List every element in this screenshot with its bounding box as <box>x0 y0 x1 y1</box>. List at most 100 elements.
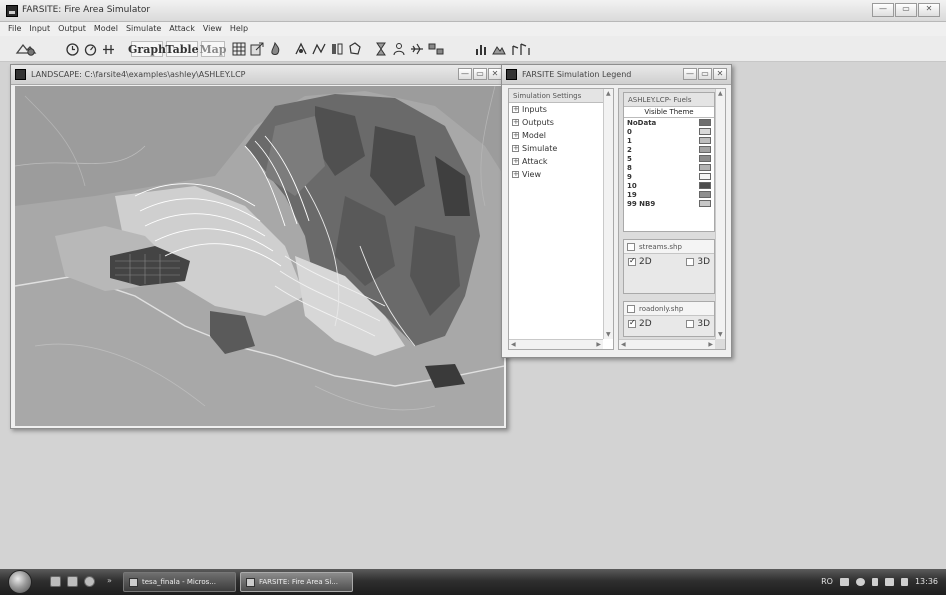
tree-item-attack[interactable]: + Attack <box>509 155 613 168</box>
quick-launch-chevron-icon[interactable]: » <box>107 576 112 585</box>
streams-2d-checkbox[interactable] <box>628 256 636 266</box>
explorer-icon[interactable] <box>67 576 78 587</box>
landscape-title-bar[interactable]: LANDSCAPE: C:\farsite4\examples\ashley\A… <box>11 65 506 85</box>
settings-vertical-scrollbar[interactable]: ▲ ▼ <box>603 89 613 339</box>
fuel-legend-label: 2 <box>627 145 632 154</box>
polygon-icon[interactable] <box>347 41 363 57</box>
export-icon[interactable] <box>249 41 265 57</box>
landscape-minimize-button[interactable]: — <box>458 68 472 80</box>
legend-close-button[interactable]: ✕ <box>713 68 727 80</box>
show-desktop-icon[interactable] <box>50 576 61 587</box>
timer-icon[interactable] <box>82 41 98 57</box>
network-icon[interactable] <box>884 577 894 586</box>
table-button[interactable]: Table <box>165 41 199 57</box>
clock-settings-icon[interactable] <box>64 41 80 57</box>
tree-item-simulate[interactable]: + Simulate <box>509 142 613 155</box>
settings-horizontal-scrollbar[interactable]: ◀ ▶ <box>509 339 603 349</box>
menu-view[interactable]: View <box>199 22 226 36</box>
keyboard-icon[interactable] <box>839 577 849 586</box>
landscape-window[interactable]: LANDSCAPE: C:\farsite4\examples\ashley\A… <box>10 64 507 429</box>
expand-icon[interactable]: + <box>512 132 519 139</box>
roadonly-2d-checkbox[interactable] <box>628 318 636 328</box>
fuel-legend-label: 0 <box>627 127 632 136</box>
notification-icon[interactable] <box>871 577 878 586</box>
themes-pane[interactable]: ASHLEY.LCP- Fuels Visible Theme NoData 0 1… <box>618 88 726 350</box>
taskbar-word-document[interactable]: tesa_finala - Micros... <box>123 572 236 592</box>
tree-item-inputs[interactable]: + Inputs <box>509 103 613 116</box>
legend-maximize-button[interactable]: ▭ <box>698 68 712 80</box>
streams-layer[interactable]: streams.shp 2D 3D <box>623 239 715 294</box>
language-indicator[interactable]: RO <box>821 577 833 586</box>
wind-icon[interactable] <box>100 41 116 57</box>
scroll-down-icon[interactable]: ▼ <box>718 331 723 338</box>
menu-model[interactable]: Model <box>90 22 122 36</box>
tree-item-outputs[interactable]: + Outputs <box>509 116 613 129</box>
themes-vertical-scrollbar[interactable]: ▲ ▼ <box>715 89 725 339</box>
scroll-down-icon[interactable]: ▼ <box>606 331 611 338</box>
streams-3d-checkbox[interactable] <box>686 257 695 266</box>
help-icon[interactable] <box>855 577 865 586</box>
weather-stations-icon[interactable] <box>509 41 533 57</box>
air-attack-icon[interactable] <box>409 41 425 57</box>
expand-icon[interactable]: + <box>512 158 519 165</box>
menu-help[interactable]: Help <box>226 22 252 36</box>
simulation-legend-window[interactable]: FARSITE Simulation Legend — ▭ ✕ Simulati… <box>501 64 732 358</box>
landscape-maximize-button[interactable]: ▭ <box>473 68 487 80</box>
bar-graph-icon[interactable] <box>473 41 489 57</box>
menu-input[interactable]: Input <box>25 22 54 36</box>
terrain-icon[interactable] <box>491 41 507 57</box>
crew-icon[interactable] <box>391 41 407 57</box>
scroll-up-icon[interactable]: ▲ <box>718 90 723 97</box>
layer-icon <box>627 242 635 251</box>
tree-item-model[interactable]: + Model <box>509 129 613 142</box>
expand-icon[interactable]: + <box>512 171 519 178</box>
menu-file[interactable]: File <box>4 22 25 36</box>
scroll-left-icon[interactable]: ◀ <box>621 341 626 348</box>
legend-minimize-button[interactable]: — <box>683 68 697 80</box>
barrier-icon[interactable] <box>329 41 345 57</box>
start-button[interactable] <box>8 570 32 594</box>
ignition-line-icon[interactable] <box>311 41 327 57</box>
scroll-right-icon[interactable]: ▶ <box>708 341 713 348</box>
landscape-map[interactable] <box>15 86 504 426</box>
roadonly-2d-option[interactable]: 2D <box>628 318 652 329</box>
streams-2d-option[interactable]: 2D <box>628 256 652 267</box>
fuel-legend-row: 99 NB9 <box>624 199 714 208</box>
fuel-legend-row: 19 <box>624 190 714 199</box>
app-title-bar[interactable]: FARSITE: Fire Area Simulator — ▭ ✕ <box>0 0 946 22</box>
scroll-up-icon[interactable]: ▲ <box>606 90 611 97</box>
roadonly-3d-checkbox[interactable] <box>686 319 695 328</box>
landscape-close-button[interactable]: ✕ <box>488 68 502 80</box>
fire-icon[interactable] <box>267 41 283 57</box>
close-button[interactable]: ✕ <box>918 3 940 17</box>
group-attack-icon[interactable] <box>427 41 445 57</box>
roadonly-3d-option[interactable]: 3D <box>686 319 710 329</box>
volume-icon[interactable] <box>900 577 908 586</box>
scroll-right-icon[interactable]: ▶ <box>596 341 601 348</box>
ignition-point-icon[interactable] <box>293 41 309 57</box>
browser-icon[interactable] <box>84 576 95 587</box>
maximize-button[interactable]: ▭ <box>895 3 917 17</box>
clock[interactable]: 13:36 <box>915 577 938 586</box>
themes-horizontal-scrollbar[interactable]: ◀ ▶ <box>619 339 715 349</box>
fuel-color-swatch <box>699 173 711 180</box>
legend-title-bar[interactable]: FARSITE Simulation Legend — ▭ ✕ <box>502 65 731 85</box>
expand-icon[interactable]: + <box>512 119 519 126</box>
simulation-settings-pane[interactable]: Simulation Settings + Inputs + Outputs + Mo… <box>508 88 614 350</box>
streams-3d-option[interactable]: 3D <box>686 257 710 267</box>
scroll-left-icon[interactable]: ◀ <box>511 341 516 348</box>
map-button[interactable]: Map <box>200 41 227 57</box>
taskbar-farsite[interactable]: FARSITE: Fire Area Si... <box>240 572 353 592</box>
menu-attack[interactable]: Attack <box>165 22 199 36</box>
menu-simulate[interactable]: Simulate <box>122 22 165 36</box>
tree-item-view[interactable]: + View <box>509 168 613 181</box>
hourglass-icon[interactable] <box>373 41 389 57</box>
minimize-button[interactable]: — <box>872 3 894 17</box>
landscape-load-icon[interactable] <box>14 41 38 57</box>
grid-icon[interactable] <box>231 41 247 57</box>
expand-icon[interactable]: + <box>512 145 519 152</box>
menu-output[interactable]: Output <box>54 22 90 36</box>
graph-button[interactable]: Graph <box>128 41 166 57</box>
roadonly-layer[interactable]: roadonly.shp 2D 3D <box>623 301 715 337</box>
expand-icon[interactable]: + <box>512 106 519 113</box>
